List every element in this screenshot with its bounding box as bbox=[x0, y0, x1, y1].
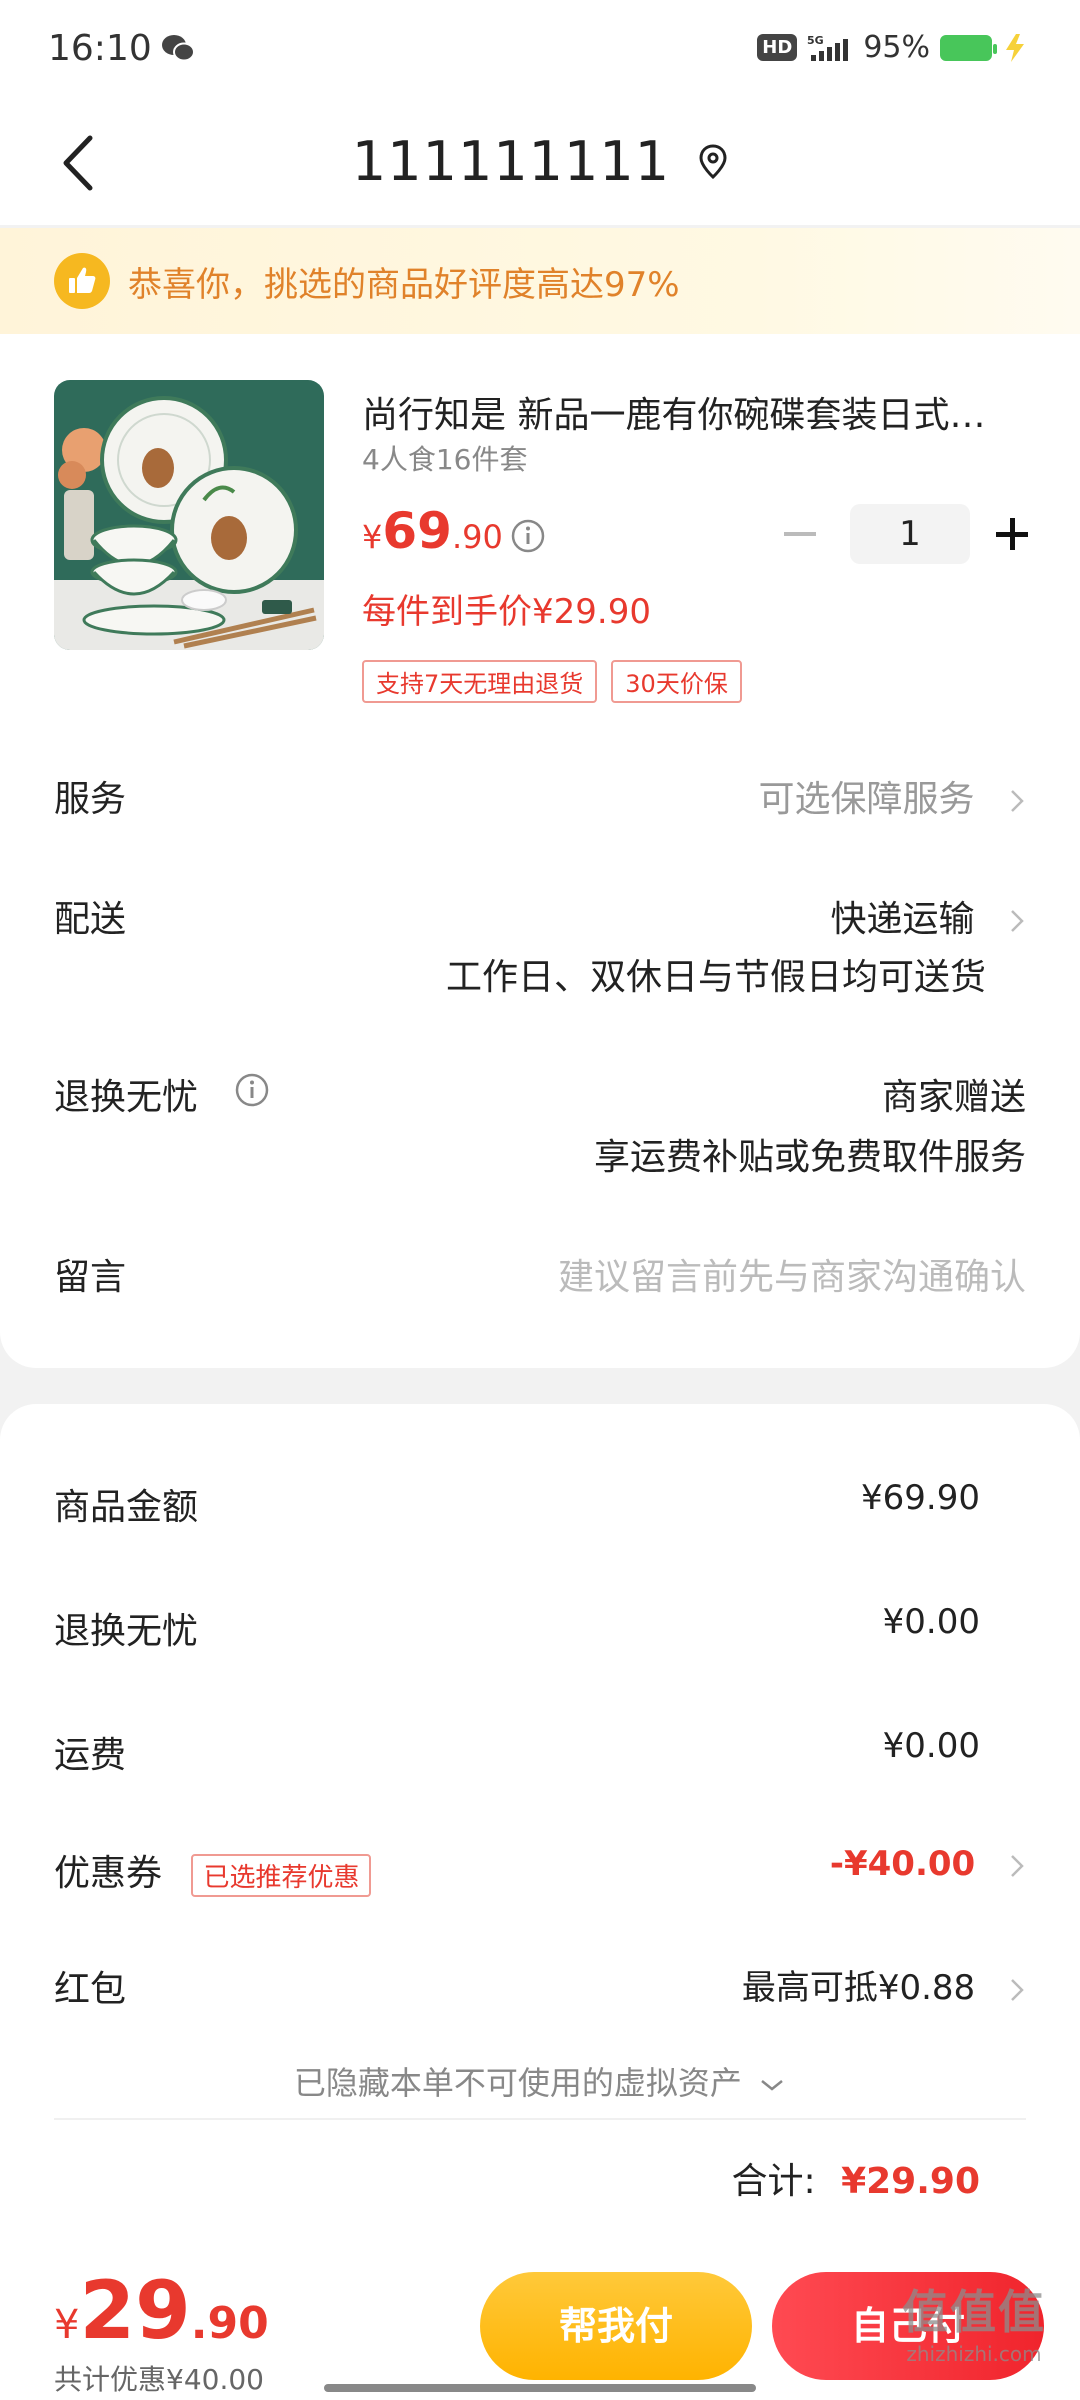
chevron-right-icon bbox=[1011, 1854, 1024, 1877]
delivery-label: 配送 bbox=[54, 899, 127, 940]
praise-text: 恭喜你，挑选的商品好评度高达97% bbox=[128, 264, 680, 305]
pay-integer: 29 bbox=[79, 2264, 191, 2357]
price-integer: 69 bbox=[382, 502, 452, 560]
watermark-url: zhizhizhi.com bbox=[906, 2342, 1042, 2366]
shipping-label: 运费 bbox=[54, 1735, 127, 1776]
delivery-row[interactable]: 配送 快递运输 bbox=[54, 890, 1026, 942]
tag-price-protect: 30天价保 bbox=[611, 660, 742, 703]
pay-decimal: .90 bbox=[190, 2298, 269, 2349]
coupon-row[interactable]: 优惠券 已选推荐优惠 -¥40.00 bbox=[54, 1844, 1026, 1897]
redpack-row[interactable]: 红包 最高可抵¥0.88 bbox=[54, 1960, 1026, 2012]
redpack-value-wrap: 最高可抵¥0.88 bbox=[742, 1960, 1026, 2009]
product-tags: 支持7天无理由退货 30天价保 bbox=[362, 660, 742, 703]
return-label: 退换无忧 bbox=[54, 1077, 199, 1118]
praise-banner: 恭喜你，挑选的商品好评度高达97% bbox=[0, 228, 1080, 334]
goods-amount-value: ¥69.90 bbox=[861, 1478, 980, 1518]
quantity-stepper: 1 bbox=[780, 504, 1032, 564]
price-currency: ¥ bbox=[362, 518, 383, 556]
return-fee-row: 退换无忧 ¥0.00 bbox=[54, 1602, 1026, 1654]
product-image[interactable] bbox=[54, 380, 324, 650]
return-sub: 享运费补贴或免费取件服务 bbox=[593, 1137, 1026, 1178]
hidden-assets-toggle[interactable]: 已隐藏本单不可使用的虚拟资产 bbox=[0, 2058, 1080, 2104]
service-value-wrap: 可选保障服务 bbox=[759, 770, 1026, 822]
total-label: 合计: bbox=[731, 2161, 816, 2202]
unit-price: 每件到手价¥29.90 bbox=[362, 592, 651, 632]
nav-title: 111111111 bbox=[0, 130, 1080, 193]
coupon-label: 优惠券 bbox=[54, 1853, 163, 1894]
chevron-right-icon bbox=[1011, 790, 1024, 812]
address-title[interactable]: 111111111 bbox=[352, 130, 670, 193]
battery-icon bbox=[940, 34, 997, 61]
coupon-tag: 已选推荐优惠 bbox=[191, 1853, 372, 1897]
price-decimal: .90 bbox=[451, 518, 503, 556]
home-indicator[interactable] bbox=[324, 2384, 756, 2392]
quantity-value[interactable]: 1 bbox=[850, 504, 970, 564]
coupon-value-wrap: -¥40.00 bbox=[830, 1844, 1026, 1884]
shipping-value: ¥0.00 bbox=[882, 1726, 980, 1766]
service-row[interactable]: 服务 可选保障服务 bbox=[54, 770, 1026, 822]
status-time: 16:10 bbox=[48, 28, 152, 69]
price-info-icon[interactable] bbox=[510, 518, 546, 554]
battery-percent: 95% bbox=[863, 30, 930, 65]
chevron-right-icon bbox=[1011, 1978, 1024, 2001]
goods-amount-row: 商品金额 ¥69.90 bbox=[54, 1478, 1026, 1530]
status-right: HD 5G 95% bbox=[757, 30, 1028, 65]
return-value: 商家赠送 bbox=[881, 1077, 1026, 1118]
total-saving: 共计优惠¥40.00 bbox=[54, 2363, 264, 2396]
pay-currency: ¥ bbox=[54, 2302, 80, 2348]
watermark: 值值值 zhizhizhi.com bbox=[902, 2276, 1046, 2366]
divider bbox=[54, 2118, 1026, 2120]
wechat-icon bbox=[162, 35, 195, 62]
quantity-minus-button[interactable] bbox=[780, 504, 820, 564]
return-info-icon[interactable] bbox=[234, 1072, 270, 1108]
product-price: ¥ 69 .90 bbox=[362, 502, 503, 560]
thumbs-up-icon bbox=[54, 253, 110, 309]
return-row[interactable]: 退换无忧 商家赠送 bbox=[54, 1068, 1026, 1120]
hidden-assets-text: 已隐藏本单不可使用的虚拟资产 bbox=[293, 2064, 742, 2102]
hd-badge: HD bbox=[757, 34, 798, 61]
quantity-plus-button[interactable] bbox=[992, 504, 1032, 564]
order-item-card: 尚行知是 新品一鹿有你碗碟套装日式餐具家用陶瓷 4人食16件套 ¥ 69 .90… bbox=[0, 334, 1080, 1368]
delivery-value-wrap: 快递运输 bbox=[831, 890, 1026, 942]
redpack-label: 红包 bbox=[54, 1969, 127, 2010]
signal-icon: 5G bbox=[807, 34, 849, 61]
message-label: 留言 bbox=[54, 1257, 127, 1298]
service-label: 服务 bbox=[54, 779, 127, 820]
service-value: 可选保障服务 bbox=[758, 779, 975, 820]
svg-text:5G: 5G bbox=[807, 34, 824, 47]
message-input[interactable]: 建议留言前先与商家沟通确认 bbox=[558, 1248, 1026, 1300]
help-pay-button[interactable]: 帮我付 bbox=[480, 2272, 752, 2380]
total-row: 合计: ¥29.90 bbox=[731, 2152, 980, 2204]
chevron-right-icon bbox=[1011, 910, 1024, 932]
status-bar: 16:10 HD 5G 95% bbox=[0, 0, 1080, 100]
return-fee-value: ¥0.00 bbox=[882, 1602, 980, 1642]
product-spec[interactable]: 4人食16件套 bbox=[362, 438, 527, 478]
redpack-value: 最高可抵¥0.88 bbox=[741, 1968, 976, 2008]
delivery-sub: 工作日、双休日与节假日均可送货 bbox=[445, 957, 986, 998]
pay-amount: ¥ 29 .90 bbox=[54, 2264, 269, 2357]
price-summary-card: 商品金额 ¥69.90 退换无忧 ¥0.00 运费 ¥0.00 优惠券 已选推荐… bbox=[0, 1404, 1080, 2264]
nav-bar: 111111111 bbox=[0, 100, 1080, 225]
location-pin-icon[interactable] bbox=[698, 143, 728, 180]
return-fee-label: 退换无忧 bbox=[54, 1611, 199, 1652]
tag-return: 支持7天无理由退货 bbox=[362, 660, 598, 703]
delivery-value: 快递运输 bbox=[830, 899, 975, 940]
shipping-row: 运费 ¥0.00 bbox=[54, 1726, 1026, 1778]
message-row[interactable]: 留言 建议留言前先与商家沟通确认 bbox=[54, 1248, 1026, 1300]
charging-icon bbox=[1006, 33, 1024, 62]
goods-amount-label: 商品金额 bbox=[54, 1487, 199, 1528]
chevron-down-icon bbox=[761, 2080, 783, 2091]
watermark-logo: 值值值 bbox=[902, 2285, 1046, 2339]
coupon-value: -¥40.00 bbox=[829, 1844, 976, 1884]
product-title[interactable]: 尚行知是 新品一鹿有你碗碟套装日式餐具家用陶瓷 bbox=[362, 386, 1002, 438]
total-value: ¥29.90 bbox=[841, 2161, 980, 2202]
